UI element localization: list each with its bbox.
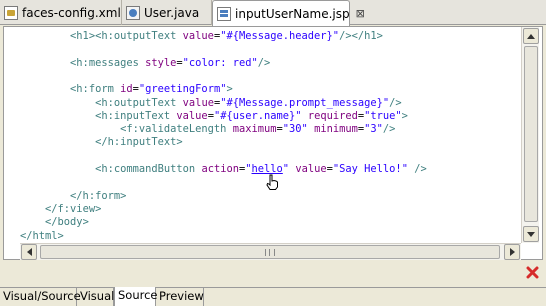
java-file-icon	[126, 5, 140, 20]
code-value: "#{Message.prompt_message}"	[220, 96, 390, 109]
scroll-down-button[interactable]	[523, 226, 539, 242]
tab-label: User.java	[144, 5, 200, 20]
code-tag: <h1><h:outputText	[70, 30, 183, 42]
code-tag: <h:form	[70, 83, 121, 96]
source-editor[interactable]: <h1><h:outputText value="#{Message.heade…	[3, 26, 543, 260]
code-value: "greetingForm"	[138, 83, 227, 96]
code-tag: </h:form>	[70, 189, 127, 202]
code-line: <f:validateLength maximum="30" minimum="…	[20, 123, 395, 136]
editor-tab-bar: faces-config.xml User.java inputUserName…	[0, 0, 546, 26]
code-tag: />	[257, 56, 271, 69]
tab-faces-config-xml[interactable]: faces-config.xml	[0, 0, 122, 25]
tab-input-user-name-jsp[interactable]: inputUserName.jsp ⊠	[212, 0, 365, 26]
code-tag: /></h1>	[339, 30, 383, 42]
close-tab-icon[interactable]: ⊠	[356, 7, 365, 20]
code-attribute: id	[120, 83, 133, 96]
code-tag: >	[401, 109, 408, 122]
code-line: <h1><h:outputText value="#{Message.heade…	[20, 30, 383, 43]
code-line: </f:view>	[20, 203, 101, 216]
code-attribute: action	[201, 163, 239, 175]
xml-file-icon	[4, 5, 18, 20]
tab-visual[interactable]: Visual	[77, 288, 114, 306]
hand-cursor-icon	[266, 174, 278, 190]
code-tag: <h:inputText	[95, 109, 177, 122]
editor-mode-tabs: Visual/Source Visual Source Preview	[0, 287, 546, 306]
horizontal-scrollbar[interactable]	[20, 243, 521, 260]
code-attribute: value	[182, 30, 214, 42]
jsp-file-icon	[217, 6, 231, 21]
arrow-left-icon	[26, 248, 32, 256]
code-tag: <h:messages	[70, 56, 146, 69]
code-tag: />	[382, 123, 396, 136]
code-line: </h:form>	[20, 190, 126, 203]
code-value: "3"	[364, 123, 383, 136]
scroll-right-button[interactable]	[504, 244, 520, 260]
code-tag: </html>	[20, 229, 64, 242]
code-line: </body>	[20, 216, 89, 229]
code-tag: </body>	[45, 216, 89, 229]
code-tag: <h:commandButton	[95, 163, 202, 175]
arrow-right-icon	[509, 248, 515, 256]
code-attribute: value	[176, 109, 208, 122]
vertical-scroll-thumb[interactable]	[524, 46, 538, 222]
scroll-left-button[interactable]	[21, 244, 37, 260]
code-tag: <f:validateLength	[120, 123, 233, 136]
code-tag: >	[226, 83, 233, 96]
code-value: "color: red"	[182, 56, 258, 69]
code-area[interactable]: <h1><h:outputText value="#{Message.heade…	[20, 27, 520, 243]
code-attribute: required	[307, 109, 358, 122]
code-line: <h:commandButton action="hello" value="S…	[20, 163, 427, 176]
scroll-up-button[interactable]	[523, 28, 539, 44]
tab-user-java[interactable]: User.java	[122, 0, 212, 25]
grip-icon	[265, 249, 275, 256]
code-value: "#{user.name}"	[213, 109, 302, 122]
code-tag: <h:outputText	[95, 96, 183, 109]
code-attribute: value	[182, 96, 214, 109]
code-attribute: value	[295, 163, 327, 175]
code-value: "30"	[282, 123, 308, 136]
code-line: <h:inputText value="#{user.name}" requir…	[20, 110, 408, 123]
code-line: <h:outputText value="#{Message.prompt_me…	[20, 97, 402, 110]
tab-label: faces-config.xml	[22, 5, 121, 20]
editor-gutter	[4, 27, 20, 245]
code-attribute: style	[145, 56, 177, 69]
arrow-down-icon	[527, 231, 535, 237]
tab-label: inputUserName.jsp	[235, 6, 350, 21]
code-line: </html>	[20, 230, 64, 243]
error-icon[interactable]	[526, 266, 539, 279]
code-attribute: minimum	[314, 123, 358, 136]
code-line: <h:form id="greetingForm">	[20, 83, 233, 96]
code-value: "true"	[364, 109, 402, 122]
code-line: </h:inputText>	[20, 136, 183, 149]
code-tag: />	[389, 96, 402, 109]
tab-visual-source[interactable]: Visual/Source	[0, 288, 81, 306]
code-value: "Say Hello!"	[332, 163, 408, 175]
tab-source[interactable]: Source	[114, 287, 158, 306]
code-attribute: maximum	[232, 123, 277, 136]
code-value: "#{Message.header}"	[220, 30, 340, 42]
horizontal-scroll-thumb[interactable]	[40, 245, 500, 259]
code-line: <h:messages style="color: red"/>	[20, 57, 270, 70]
tab-preview[interactable]: Preview	[156, 288, 204, 306]
code-tag: </f:view>	[45, 202, 102, 215]
vertical-scrollbar[interactable]	[521, 27, 539, 243]
arrow-up-icon	[527, 33, 535, 39]
code-tag: />	[414, 163, 427, 175]
code-tag: </h:inputText>	[95, 136, 183, 149]
